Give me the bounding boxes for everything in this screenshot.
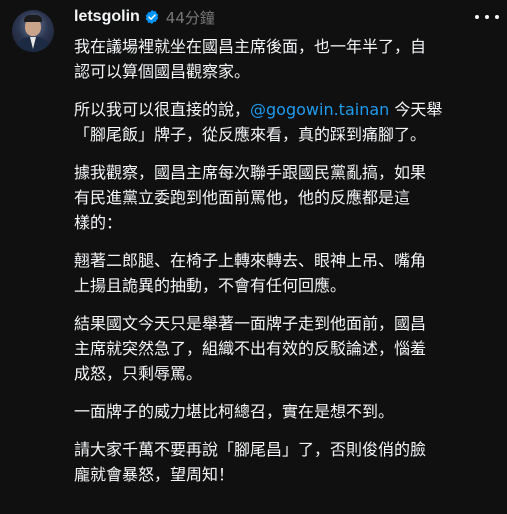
post-paragraph: 據我觀察，國昌主席每次聯手跟國民黨亂搞，如果 有民進黨立委跑到他面前罵他，他的反… — [74, 163, 427, 232]
mention-link[interactable]: @gogowin.tainan — [250, 100, 389, 119]
username-link[interactable]: letsgolin — [74, 8, 140, 26]
post-body: 我在議場裡就坐在國昌主席後面，也一年半了，自 認可以算個國昌觀察家。 所以我可以… — [74, 34, 502, 500]
verified-badge-icon — [144, 9, 160, 25]
more-dot — [495, 15, 499, 19]
thread-post: letsgolin 44分鐘 我在議場裡就坐在國昌主席後面，也一年半了，自 認可… — [0, 0, 507, 514]
post-timestamp: 44分鐘 — [165, 8, 215, 27]
post-paragraph: 翹著二郎腿、在椅子上轉來轉去、眼神上吊、嘴角 上揚且詭異的抽動，不會有任何回應。 — [74, 251, 427, 295]
post-paragraph-with-mention: 所以我可以很直接的說，@gogowin.tainan 今天舉 「腳尾飯」牌子，從… — [74, 97, 502, 147]
post-header: letsgolin 44分鐘 — [74, 6, 215, 28]
more-dot — [475, 15, 479, 19]
paragraph-text-before: 所以我可以很直接的說， — [74, 100, 251, 119]
post-paragraph: 一面牌子的威力堪比柯總召，實在是想不到。 — [74, 402, 395, 421]
post-paragraph: 我在議場裡就坐在國昌主席後面，也一年半了，自 認可以算個國昌觀察家。 — [74, 37, 427, 81]
post-paragraph: 結果國文今天只是舉著一面牌子走到他面前，國昌 主席就突然急了，組織不出有效的反駁… — [74, 314, 427, 383]
more-dot — [485, 15, 489, 19]
avatar-hair — [24, 15, 42, 22]
avatar[interactable] — [12, 10, 54, 52]
more-options-icon[interactable] — [475, 7, 499, 27]
post-paragraph: 請大家千萬不要再說「腳尾昌」了，否則俊俏的臉 龐就會暴怒，望周知！ — [74, 440, 427, 484]
